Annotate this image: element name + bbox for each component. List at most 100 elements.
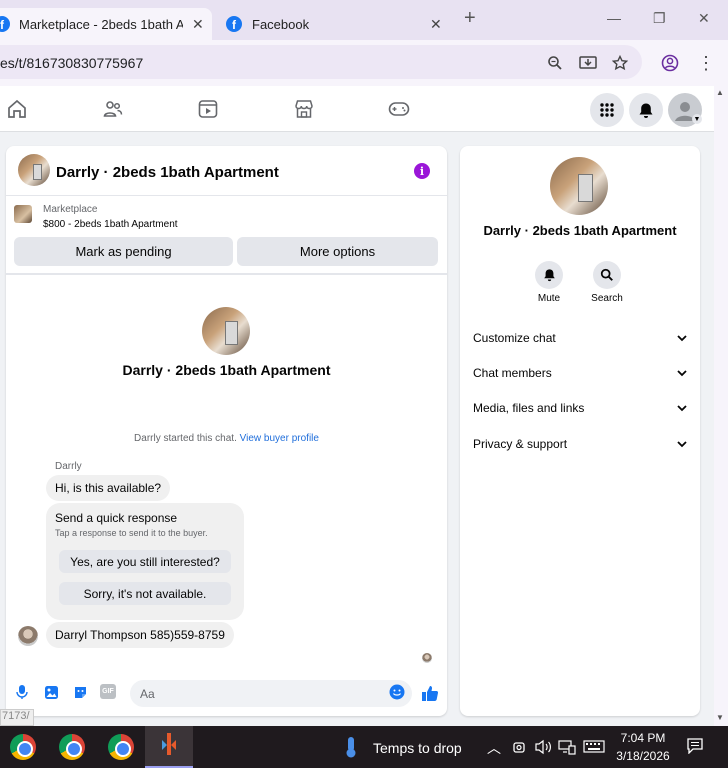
message-bubble[interactable]: Hi, is this available? xyxy=(46,475,171,501)
mute-label: Mute xyxy=(537,293,561,304)
section-privacy-support[interactable]: Privacy & support xyxy=(473,434,687,454)
friends-icon[interactable] xyxy=(102,98,124,120)
minimize-icon[interactable]: — xyxy=(607,10,621,26)
home-icon[interactable] xyxy=(6,98,28,120)
bell-icon[interactable] xyxy=(535,261,563,289)
info-icon[interactable]: i xyxy=(414,163,430,179)
weather-icon[interactable] xyxy=(344,736,358,763)
install-app-icon[interactable] xyxy=(578,53,598,73)
more-options-button[interactable]: More options xyxy=(237,237,438,266)
status-url-hint: 7173/ xyxy=(0,709,34,726)
quick-response-subtitle: Tap a response to send it to the buyer. xyxy=(55,528,208,538)
chat-title[interactable]: Darrly · 2beds 1bath Apartment xyxy=(56,164,279,181)
mark-as-pending-button[interactable]: Mark as pending xyxy=(14,237,233,266)
new-tab-button[interactable]: + xyxy=(464,7,476,30)
camera-icon[interactable] xyxy=(512,740,526,759)
menu-grid-icon[interactable] xyxy=(590,93,624,127)
quick-response-card: Send a quick response Tap a response to … xyxy=(46,503,244,620)
active-app-button[interactable] xyxy=(145,726,193,768)
conversation-avatar xyxy=(202,307,250,355)
keyboard-icon[interactable] xyxy=(583,740,605,758)
chrome-app-icon[interactable] xyxy=(59,734,85,760)
facebook-icon: f xyxy=(226,16,242,32)
sticker-icon[interactable] xyxy=(72,684,88,700)
gaming-icon[interactable] xyxy=(388,98,410,120)
marketplace-icon[interactable] xyxy=(293,98,315,120)
listing-avatar[interactable] xyxy=(18,154,50,186)
section-label: Customize chat xyxy=(473,331,556,345)
chevron-down-icon xyxy=(677,401,687,415)
message-input[interactable] xyxy=(130,680,412,707)
account-chevron-icon[interactable]: ▼ xyxy=(692,114,702,124)
close-window-icon[interactable]: ✕ xyxy=(698,10,710,27)
network-icon[interactable] xyxy=(558,739,576,760)
show-hidden-icons-chevron-icon[interactable]: ︿ xyxy=(487,738,501,758)
gif-icon[interactable]: GIF xyxy=(100,684,116,699)
url-text: es/t/816730830775967 xyxy=(0,55,144,71)
section-media-files-links[interactable]: Media, files and links xyxy=(473,398,687,418)
chat-header: Darrly · 2beds 1bath Apartment i xyxy=(6,146,447,196)
scroll-down-icon[interactable]: ▼ xyxy=(716,713,724,722)
section-label: Media, files and links xyxy=(473,401,585,415)
app-icon xyxy=(162,733,176,755)
tab-facebook[interactable]: f Facebook ✕ xyxy=(226,8,448,40)
volume-icon[interactable] xyxy=(534,739,552,760)
started-text: Darrly started this chat. xyxy=(134,433,237,444)
bookmark-star-icon[interactable] xyxy=(610,53,630,73)
notifications-bell-icon[interactable] xyxy=(629,93,663,127)
section-label: Privacy & support xyxy=(473,437,568,451)
sender-avatar[interactable] xyxy=(18,626,38,646)
notification-center-icon[interactable] xyxy=(687,738,703,759)
sender-name: Darrly xyxy=(55,461,82,472)
read-receipt-avatar xyxy=(422,653,432,663)
scroll-up-icon[interactable]: ▲ xyxy=(716,88,724,97)
facebook-icon: f xyxy=(0,16,10,32)
facebook-nav: ▼ xyxy=(0,86,718,132)
photo-icon[interactable] xyxy=(43,684,59,700)
weather-text[interactable]: Temps to drop xyxy=(373,740,462,756)
tab-title: Marketplace - 2beds 1bath Apa xyxy=(19,16,183,32)
like-thumb-icon[interactable] xyxy=(420,684,440,702)
page-scrollbar[interactable]: ▲ ▼ xyxy=(714,86,728,726)
quick-response-title: Send a quick response xyxy=(55,511,178,525)
browser-tabstrip: f Marketplace - 2beds 1bath Apa ✕ f Face… xyxy=(0,0,728,40)
browser-toolbar: es/t/816730830775967 ⋮ xyxy=(0,40,728,86)
clock-time[interactable]: 7:04 PM xyxy=(618,731,668,745)
chat-started-notice: Darrly started this chat. View buyer pro… xyxy=(6,433,447,444)
close-tab-icon[interactable]: ✕ xyxy=(430,16,442,33)
view-buyer-profile-link[interactable]: View buyer profile xyxy=(240,433,319,444)
quick-response-option[interactable]: Sorry, it's not available. xyxy=(59,582,231,605)
details-avatar xyxy=(550,157,608,215)
zoom-icon[interactable] xyxy=(545,53,565,73)
message-composer: GIF xyxy=(6,676,447,707)
conversation-title: Darrly · 2beds 1bath Apartment xyxy=(122,362,331,378)
message-bubble[interactable]: Darryl Thompson 585)559-8759 xyxy=(46,622,234,648)
restore-icon[interactable]: ❐ xyxy=(653,10,666,27)
tab-title: Facebook xyxy=(252,16,310,32)
microphone-icon[interactable] xyxy=(14,684,30,700)
tab-marketplace[interactable]: f Marketplace - 2beds 1bath Apa ✕ xyxy=(0,8,212,40)
menu-kebab-icon[interactable]: ⋮ xyxy=(696,53,716,73)
mute-action[interactable]: Mute xyxy=(524,261,574,304)
clock-date[interactable]: 3/18/2026 xyxy=(612,749,674,763)
chrome-app-icon[interactable] xyxy=(10,734,36,760)
listing-price-title[interactable]: $800 - 2beds 1bath Apartment xyxy=(43,219,178,230)
chat-details-panel: Darrly · 2beds 1bath Apartment Mute Sear… xyxy=(460,146,700,716)
chrome-app-icon[interactable] xyxy=(108,734,134,760)
chevron-down-icon xyxy=(677,331,687,345)
profile-icon[interactable] xyxy=(660,53,680,73)
search-action[interactable]: Search xyxy=(582,261,632,304)
chevron-down-icon xyxy=(677,366,687,380)
section-chat-members[interactable]: Chat members xyxy=(473,363,687,383)
search-icon[interactable] xyxy=(593,261,621,289)
section-label: Chat members xyxy=(473,366,552,380)
close-tab-icon[interactable]: ✕ xyxy=(192,16,204,33)
emoji-icon[interactable] xyxy=(389,684,405,700)
section-customize-chat[interactable]: Customize chat xyxy=(473,328,687,348)
listing-thumbnail[interactable] xyxy=(14,205,32,223)
watch-icon[interactable] xyxy=(197,98,219,120)
listing-source: Marketplace xyxy=(43,204,98,215)
listing-card: Marketplace $800 - 2beds 1bath Apartment… xyxy=(6,197,447,275)
chat-panel: Darrly · 2beds 1bath Apartment i Marketp… xyxy=(6,146,447,716)
quick-response-option[interactable]: Yes, are you still interested? xyxy=(59,550,231,573)
